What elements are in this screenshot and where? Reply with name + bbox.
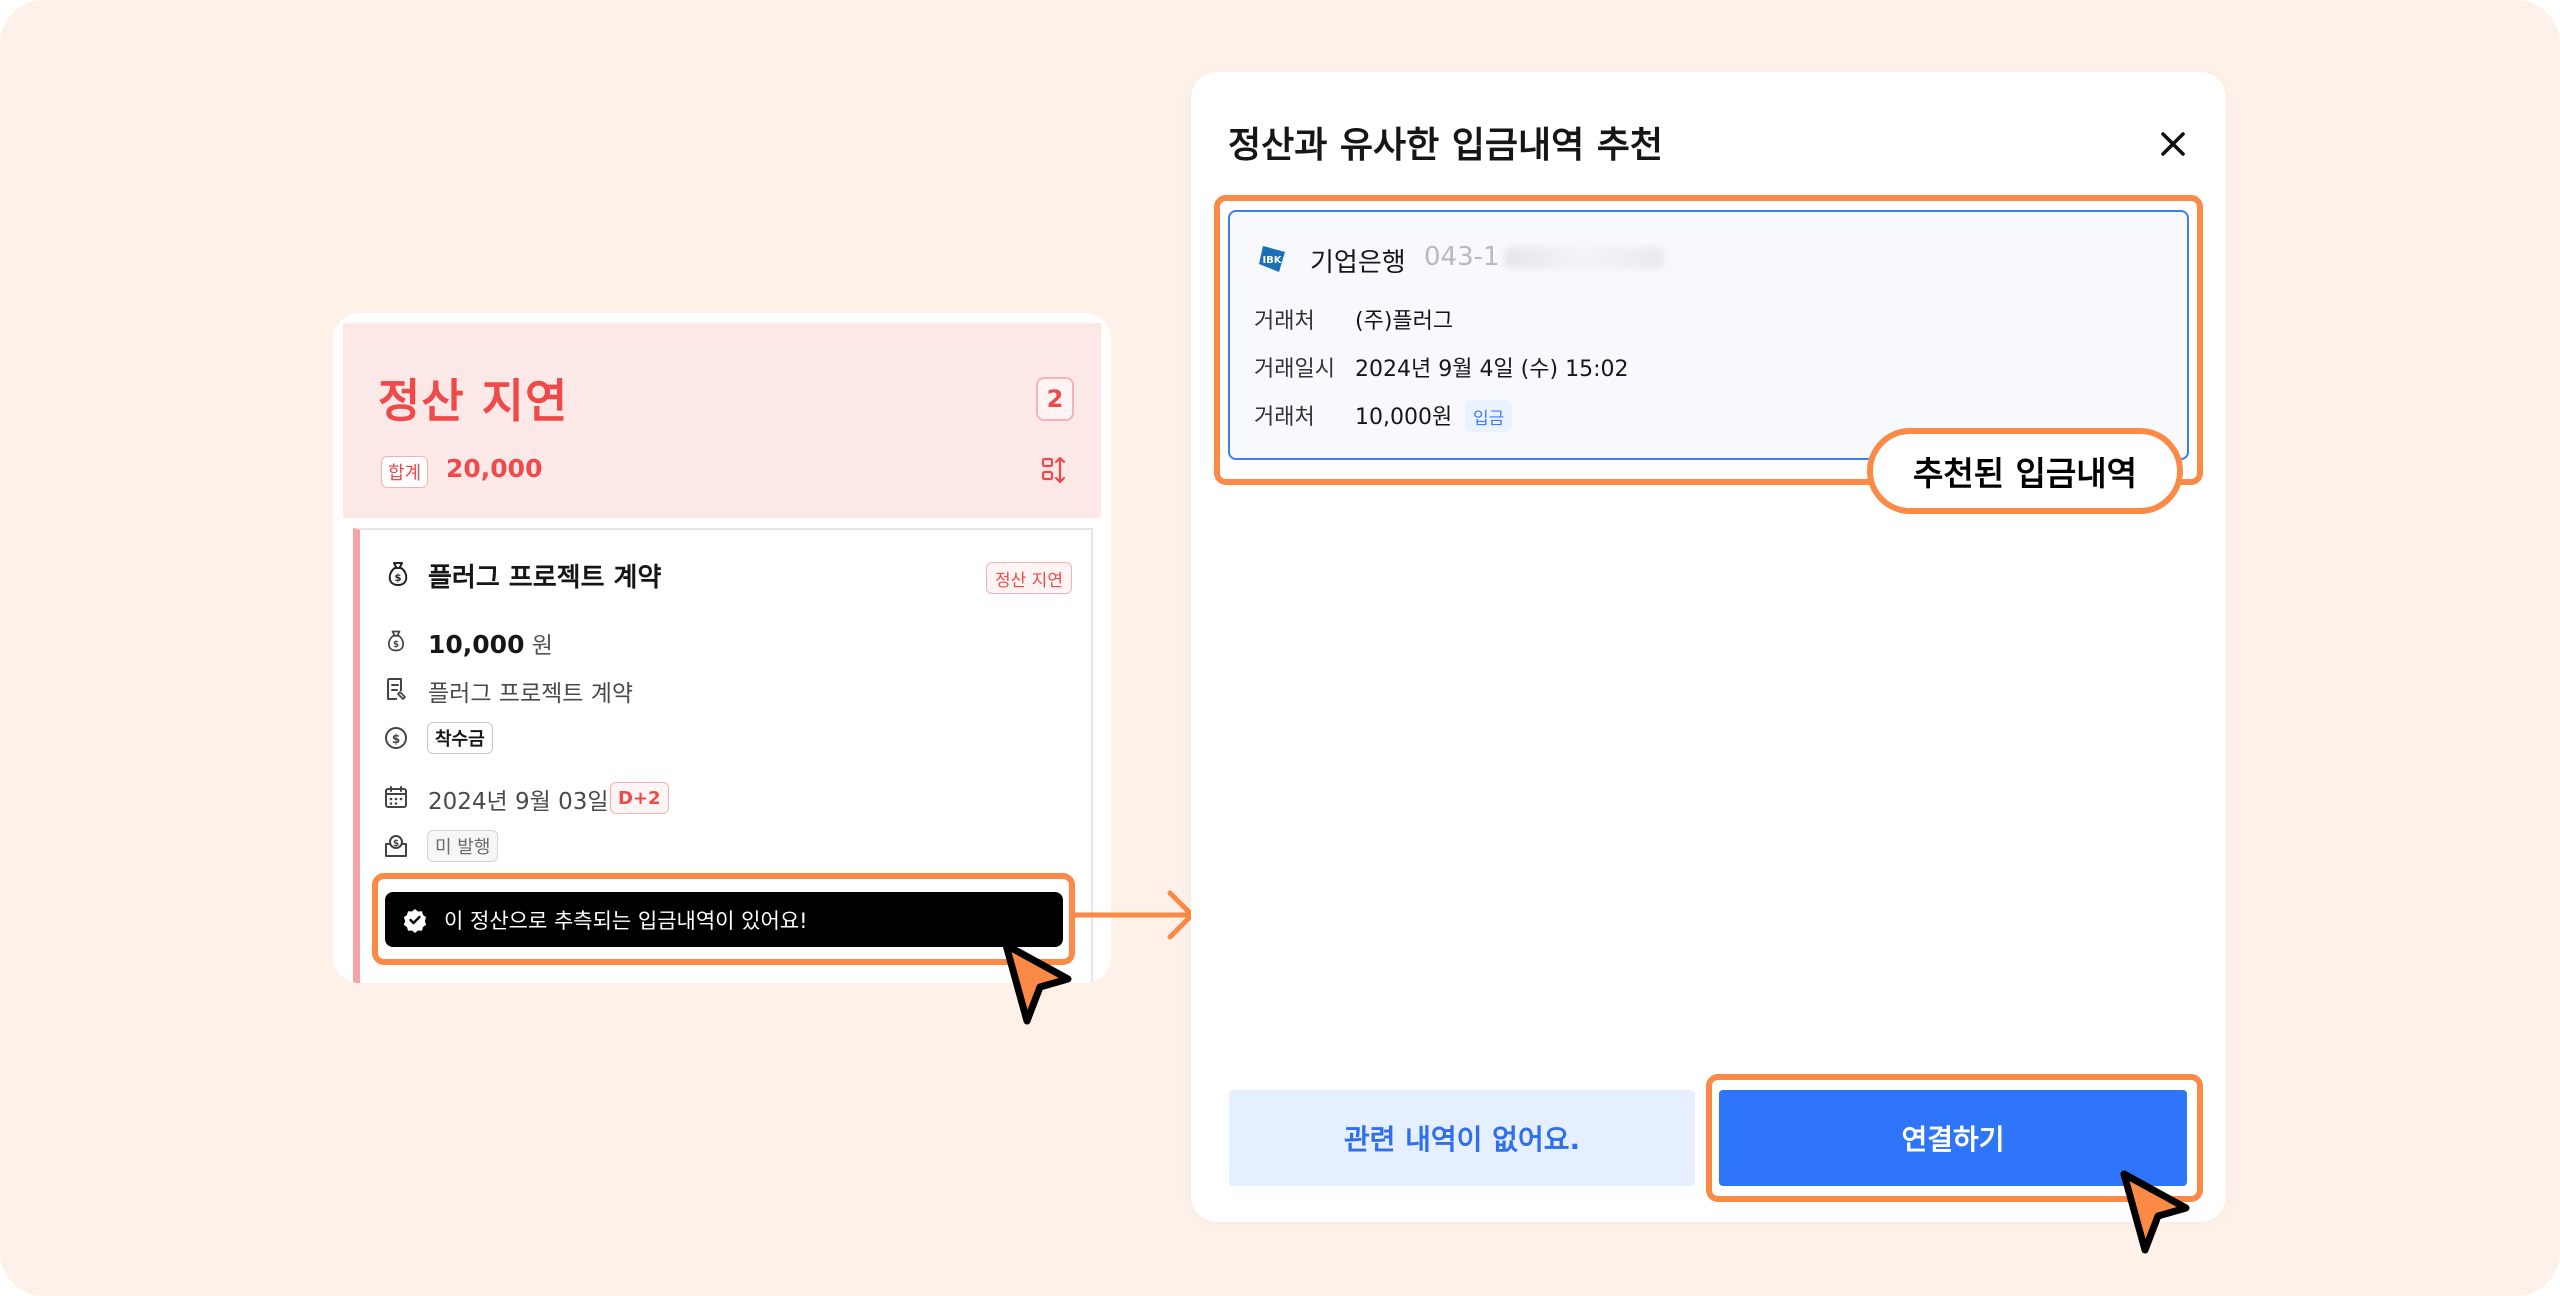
receipt-icon: $ — [385, 835, 407, 857]
close-icon[interactable] — [2151, 122, 2195, 166]
svg-text:$: $ — [393, 640, 399, 650]
cursor-icon — [1002, 941, 1072, 1025]
cursor-icon — [2120, 1170, 2190, 1254]
due-date: 2024년 9월 03일 — [428, 789, 609, 815]
count-badge: 2 — [1036, 377, 1074, 421]
recommendation-callout: 추천된 입금내역 — [1867, 428, 2183, 514]
modal-title: 정산과 유사한 입금내역 추천 — [1228, 125, 1664, 166]
svg-text:$: $ — [392, 732, 400, 746]
amount-value: 10,000 — [428, 630, 525, 659]
settlement-title: 정산 지연 — [378, 374, 569, 428]
settlement-header: 정산 지연 2 합계 20,000 — [343, 323, 1101, 518]
notice-highlight — [372, 873, 1075, 965]
svg-text:$: $ — [393, 839, 399, 849]
money-bag-icon: $ — [387, 630, 405, 652]
calendar-icon — [385, 786, 407, 808]
sum-value: 20,000 — [446, 454, 543, 483]
sort-icon[interactable] — [1038, 454, 1070, 486]
sum-label: 합계 — [381, 456, 429, 488]
dday-badge: D+2 — [610, 782, 669, 814]
status-badge: 정산 지연 — [986, 562, 1072, 594]
document-icon — [387, 678, 406, 700]
contract-name: 플러그 프로젝트 계약 — [428, 681, 634, 707]
svg-text:$: $ — [395, 573, 402, 584]
no-match-button[interactable]: 관련 내역이 없어요. — [1229, 1090, 1695, 1186]
amount-unit: 원 — [531, 633, 553, 659]
payment-type-tag: 착수금 — [427, 722, 493, 754]
dollar-circle-icon: $ — [385, 727, 407, 749]
item-title: 플러그 프로젝트 계약 — [428, 563, 662, 593]
money-bag-icon: $ — [388, 562, 408, 586]
arrow-right-icon — [1071, 890, 1195, 940]
invoice-status-tag: 미 발행 — [427, 830, 499, 862]
amount-row: 10,000 원 — [428, 626, 553, 660]
